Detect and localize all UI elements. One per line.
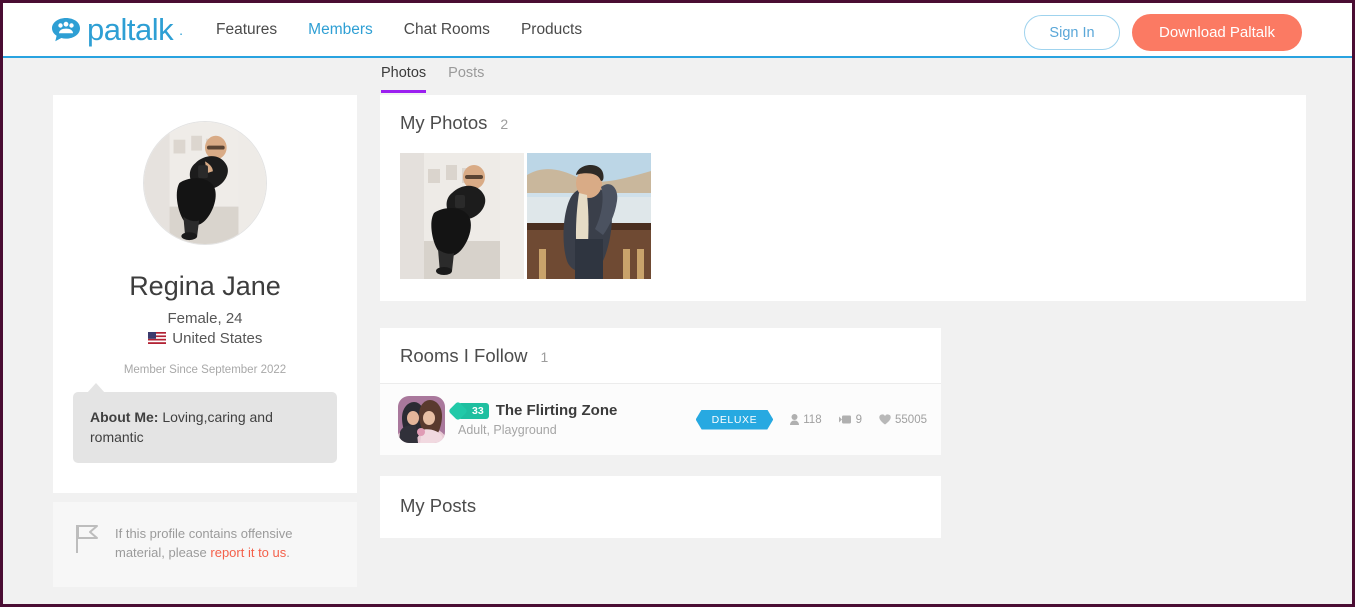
nav-item-products[interactable]: Products — [521, 21, 582, 39]
my-photos-card: My Photos 2 — [380, 95, 1306, 301]
profile-sidebar: Regina Jane Female, 24 United States Mem… — [53, 95, 357, 604]
my-posts-title: My Posts — [400, 495, 477, 516]
room-stat-users-value: 118 — [803, 413, 822, 426]
room-stat-video: 9 — [838, 413, 863, 426]
nav-item-features[interactable]: Features — [216, 21, 277, 39]
about-me-wrap: About Me: Loving,caring and romantic — [53, 376, 357, 493]
nav-item-chat-rooms[interactable]: Chat Rooms — [404, 21, 490, 39]
nav-item-members[interactable]: Members — [308, 21, 373, 39]
rooms-i-follow-header: Rooms I Follow 1 — [380, 328, 941, 384]
my-photos-header: My Photos 2 — [400, 112, 1306, 134]
flag-icon — [75, 524, 101, 554]
room-title-line: 33 The Flirting Zone — [458, 402, 696, 419]
avatar[interactable] — [143, 121, 267, 245]
paltalk-speech-bubble-icon — [51, 17, 81, 43]
room-stat-likes: 55005 — [879, 414, 927, 426]
profile-card: Regina Jane Female, 24 United States Mem… — [53, 95, 357, 493]
my-photos-title: My Photos — [400, 112, 488, 133]
my-posts-header: My Posts — [400, 495, 941, 517]
room-info: 33 The Flirting Zone Adult, Playground — [458, 402, 696, 437]
rooms-i-follow-count: 1 — [540, 349, 549, 365]
report-profile-card: If this profile contains offensive mater… — [53, 501, 357, 587]
room-stat-users: 118 — [790, 413, 822, 426]
report-text: If this profile contains offensive mater… — [115, 524, 337, 563]
main-navigation: Features Members Chat Rooms Products — [216, 21, 582, 39]
profile-country-label: United States — [172, 330, 263, 347]
report-it-to-us-link[interactable]: report it to us — [210, 545, 286, 560]
room-stats: DELUXE 118 9 55005 — [696, 410, 927, 430]
profile-name: Regina Jane — [129, 271, 281, 301]
photo-thumbnail[interactable] — [400, 153, 524, 279]
tab-photos[interactable]: Photos — [381, 65, 427, 93]
main-content: My Photos 2 Rooms I Follow 1 33 The Flir… — [380, 95, 1306, 538]
report-text-after: . — [286, 545, 290, 561]
person-icon — [790, 414, 800, 425]
logo-registered-dot: . — [179, 21, 183, 38]
download-paltalk-button[interactable]: Download Paltalk — [1132, 14, 1302, 51]
site-header: paltalk . Features Members Chat Rooms Pr… — [3, 3, 1352, 58]
about-me-bubble: About Me: Loving,caring and romantic — [73, 383, 337, 463]
room-name[interactable]: The Flirting Zone — [496, 402, 618, 419]
profile-country: United States — [53, 330, 357, 347]
paltalk-logo[interactable]: paltalk . — [51, 14, 183, 45]
room-thumbnail — [398, 396, 445, 443]
logo-wordmark: paltalk — [87, 12, 174, 47]
photo-thumbnail[interactable] — [527, 153, 651, 279]
room-list-item[interactable]: 33 The Flirting Zone Adult, Playground D… — [380, 384, 941, 455]
rooms-i-follow-card: Rooms I Follow 1 33 The Flirting Zone Ad… — [380, 328, 941, 455]
video-camera-icon — [838, 415, 852, 424]
my-posts-card: My Posts — [380, 476, 941, 538]
heart-icon — [879, 414, 891, 425]
member-since: Member Since September 2022 — [123, 364, 287, 376]
tab-posts[interactable]: Posts — [448, 65, 484, 93]
page-root: paltalk . Features Members Chat Rooms Pr… — [0, 0, 1355, 607]
header-actions: Sign In Download Paltalk — [1024, 14, 1302, 51]
my-photos-count: 2 — [500, 116, 509, 132]
profile-tabs: Photos Posts — [381, 65, 484, 93]
deluxe-badge: DELUXE — [696, 410, 774, 430]
room-gem-count: 33 — [472, 404, 484, 417]
about-me-label: About Me: — [90, 409, 159, 425]
room-stat-likes-value: 55005 — [895, 413, 927, 426]
gem-icon: 33 — [458, 402, 489, 419]
rooms-i-follow-title: Rooms I Follow — [400, 345, 528, 366]
photo-grid — [400, 153, 1306, 279]
profile-gender-age: Female, 24 — [167, 310, 243, 327]
sign-in-button[interactable]: Sign In — [1024, 15, 1120, 50]
room-category: Adult, Playground — [458, 423, 557, 437]
us-flag-icon — [147, 331, 170, 346]
room-stat-video-value: 9 — [855, 413, 863, 426]
